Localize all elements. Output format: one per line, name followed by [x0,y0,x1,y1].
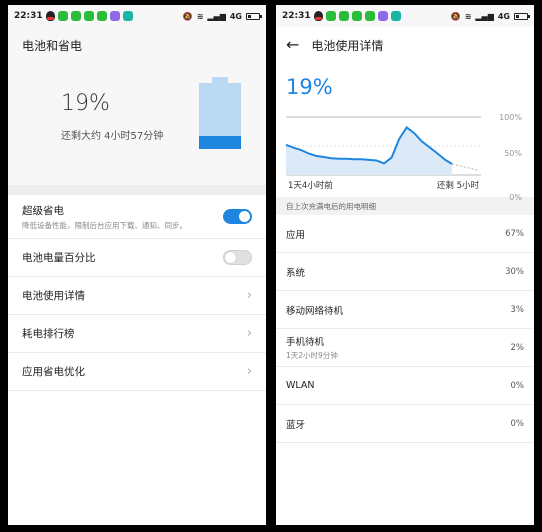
app-notification-icon [390,11,401,21]
status-time: 22:31 [282,11,311,21]
x-end-label: 还剩 5小时 [436,181,479,191]
wifi-icon: ≋ [464,11,472,21]
wifi-icon: ≋ [196,11,204,21]
page-title: 电池和省电 [8,27,266,63]
battery-icon [246,12,262,20]
battery-history-chart: 100% 50% 1天4小时前 还剩 5小时 [276,103,534,195]
wechat-icon [338,11,349,21]
usage-name: WLAN [286,380,315,391]
super-saver-desc: 降低设备性能，限制后台应用下载、通知、同步。 [22,220,187,230]
usage-value: 0% [510,380,525,391]
wechat-icon [70,11,81,21]
qq-icon [45,11,55,21]
wechat-icon [57,11,68,21]
usage-row-phone-standby[interactable]: 手机待机 1天2小时9分钟 2% [276,329,534,367]
usage-row-wlan[interactable]: WLAN 0% [276,367,534,405]
battery-fill [199,136,241,149]
notification-icons [45,11,133,21]
menu-item-label: 电池使用详情 [22,290,85,302]
y-tick-100: 100% [499,113,522,122]
page-header: ← 电池使用详情 [276,27,534,63]
mute-icon: 🔕 [182,11,193,21]
usage-duration: 1天2小时9分钟 [286,351,338,360]
usage-row-bluetooth[interactable]: 蓝牙 0% [276,405,534,443]
x-start-label: 1天4小时前 [288,181,333,191]
wechat-icon [325,11,336,21]
battery-icon [514,12,530,20]
mute-icon: 🔕 [450,11,461,21]
status-right: 🔕 ≋ ▂▄▆ 4G [450,11,530,21]
app-notification-icon [96,11,107,21]
menu-item-label: 耗电排行榜 [22,328,75,340]
page-title-text: 电池和省电 [22,38,83,53]
battery-percent: 19% [286,75,333,99]
usage-name: 蓝牙 [286,419,306,431]
network-type: 4G [497,11,510,21]
battery-percent: 19% [61,91,110,116]
page-title: 电池使用详情 [311,38,384,53]
battery-summary: 19% 还剩大约 4小时57分钟 [8,63,266,185]
battery-percentage-label: 电池电量百分比 [22,252,96,264]
super-saver-label: 超级省电 [22,204,64,217]
y-tick-0: 0% [509,193,522,202]
status-time: 22:31 [14,11,43,21]
usage-name: 应用 [286,229,306,241]
battery-percentage-row[interactable]: 电池电量百分比 [8,239,266,277]
battery-area [286,127,452,175]
battery-settings-screen: 22:31 🔕 ≋ ▂▄▆ 4G 电池和省电 19% 还剩大约 4小时57分钟 [8,5,266,525]
back-arrow-icon[interactable]: ← [286,37,299,53]
menu-item-usage-details[interactable]: 电池使用详情 › [8,277,266,315]
network-type: 4G [229,11,242,21]
usage-name: 手机待机 [286,337,325,348]
app-notification-icon [364,11,375,21]
status-right: 🔕 ≋ ▂▄▆ 4G [182,11,262,21]
super-saver-row[interactable]: 超级省电 降低设备性能，限制后台应用下载、通知、同步。 [8,195,266,239]
app-notification-icon [377,11,388,21]
usage-row-apps[interactable]: 应用 67% [276,215,534,253]
usage-value: 0% [510,418,525,429]
usage-name: 系统 [286,267,306,279]
usage-value: 3% [510,304,525,315]
wechat-icon [351,11,362,21]
usage-value: 2% [510,342,525,353]
status-bar: 22:31 🔕 ≋ ▂▄▆ 4G [276,5,534,27]
usage-value: 67% [505,228,524,239]
battery-usage-screen: 22:31 🔕 ≋ ▂▄▆ 4G ← 电池使用详情 19% 100% 50% 1… [276,5,534,525]
time-remaining: 还剩大约 4小时57分钟 [61,131,164,142]
usage-row-mobile-standby[interactable]: 移动网络待机 3% [276,291,534,329]
status-bar: 22:31 🔕 ≋ ▂▄▆ 4G [8,5,266,27]
section-header: 自上次充满电后的用电明细 [276,197,534,215]
signal-icon: ▂▄▆ [207,11,226,21]
app-notification-icon [109,11,120,21]
app-notification-icon [122,11,133,21]
usage-row-system[interactable]: 系统 30% [276,253,534,291]
super-saver-toggle[interactable] [223,209,252,224]
menu-item-label: 应用省电优化 [22,366,85,378]
signal-icon: ▂▄▆ [475,11,494,21]
projection-line [451,163,480,171]
battery-percentage-toggle[interactable] [223,250,252,265]
chevron-right-icon: › [246,364,252,379]
chevron-right-icon: › [246,288,252,303]
notification-icons [313,11,401,21]
menu-item-ranking[interactable]: 耗电排行榜 › [8,315,266,353]
chevron-right-icon: › [246,326,252,341]
y-tick-50: 50% [504,149,522,158]
qq-icon [313,11,323,21]
menu-item-app-optimization[interactable]: 应用省电优化 › [8,353,266,391]
wechat-icon [83,11,94,21]
battery-graphic-icon [199,77,241,155]
usage-name: 移动网络待机 [286,305,344,317]
usage-value: 30% [505,266,524,277]
